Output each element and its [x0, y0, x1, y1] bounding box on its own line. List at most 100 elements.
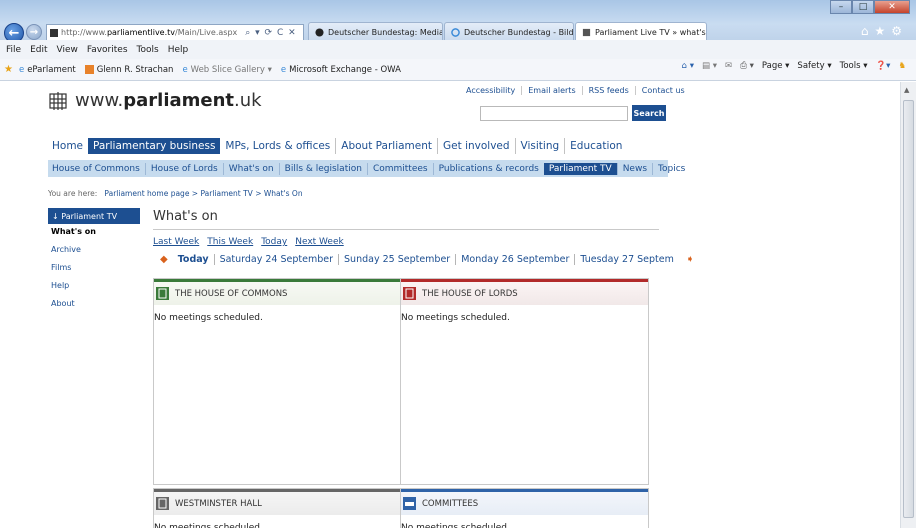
addon-icon[interactable]: ♞	[898, 61, 906, 71]
nav-get-involved[interactable]: Get involved	[437, 138, 515, 154]
day-sunday[interactable]: Sunday 25 September	[338, 254, 455, 265]
minimize-button[interactable]: –	[830, 0, 852, 14]
nav-home[interactable]: Home	[48, 138, 88, 154]
commons-panel-title: THE HOUSE OF COMMONS	[175, 288, 288, 299]
menu-bar: File Edit View Favorites Tools Help	[0, 40, 916, 59]
fav-web-slice-gallery[interactable]: e Web Slice Gallery ▾	[182, 65, 271, 75]
forward-button[interactable]: →	[26, 24, 42, 40]
menu-favorites[interactable]: Favorites	[87, 45, 128, 55]
fav-microsoft-exchange[interactable]: e Microsoft Exchange - OWA	[281, 65, 401, 75]
nav-education[interactable]: Education	[564, 138, 627, 154]
address-bar[interactable]: http://www. parliamentlive.tv/Main/Live.a…	[46, 24, 304, 41]
page-menu[interactable]: Page ▾	[762, 61, 790, 71]
menu-file[interactable]: File	[6, 45, 21, 55]
outlook-icon	[84, 65, 94, 74]
portcullis-favicon-icon	[582, 28, 591, 36]
tools-menu[interactable]: Tools ▾	[840, 61, 868, 71]
day-tuesday[interactable]: Tuesday 27 Septem	[574, 254, 679, 265]
window-controls: – □ ✕	[830, 0, 910, 14]
subnav-committees[interactable]: Committees	[366, 162, 433, 175]
menu-tools[interactable]: Tools	[137, 45, 159, 55]
feeds-icon[interactable]: ▤ ▾	[702, 61, 717, 71]
settings-gear-icon[interactable]: ⚙	[891, 24, 908, 38]
fav-eparlament[interactable]: e eParlament	[19, 65, 76, 75]
site-search-button[interactable]: Search	[632, 105, 666, 121]
subnav-bills-legislation[interactable]: Bills & legislation	[278, 162, 367, 175]
nav-mps-lords-offices[interactable]: MPs, Lords & offices	[220, 138, 335, 154]
scrollbar-thumb[interactable]	[903, 100, 914, 518]
favorites-star-icon[interactable]: ★	[874, 24, 891, 38]
address-controls-icon[interactable]: ⌕ ▾ ⟳ C ✕	[245, 28, 296, 38]
next-week-link[interactable]: Next Week	[295, 237, 344, 247]
leftnav-heading-parliament-tv[interactable]: ↓ Parliament TV	[48, 208, 140, 224]
nav-about-parliament[interactable]: About Parliament	[335, 138, 437, 154]
title-divider	[153, 229, 659, 230]
last-week-link[interactable]: Last Week	[153, 237, 199, 247]
home-page-icon[interactable]: ⌂ ▾	[682, 61, 694, 71]
accessibility-link[interactable]: Accessibility	[466, 86, 521, 95]
favorites-star-icon[interactable]: ★	[4, 64, 13, 75]
tab-parliament-live[interactable]: Parliament Live TV » what's ... ✕	[575, 22, 707, 41]
westminster-hall-panel: WESTMINSTER HALL No meetings scheduled.	[153, 488, 401, 528]
browser-toolbar-icons: ⌂★⚙	[861, 24, 908, 38]
committees-panel-message: No meetings scheduled.	[401, 523, 510, 528]
site-logo[interactable]: www.parliament.uk	[49, 90, 262, 111]
menu-help[interactable]: Help	[168, 45, 189, 55]
day-saturday[interactable]: Saturday 24 September	[213, 254, 338, 265]
previous-day-arrow-icon[interactable]: ◆	[160, 254, 168, 265]
portcullis-icon	[49, 91, 67, 110]
home-icon[interactable]: ⌂	[861, 24, 875, 38]
fav-glenn-strachan[interactable]: Glenn R. Strachan	[84, 65, 173, 75]
left-navigation: ↓ Parliament TV What's on Archive Films …	[48, 208, 140, 314]
ie-page-icon: e	[18, 64, 25, 75]
close-window-button[interactable]: ✕	[874, 0, 910, 14]
email-alerts-link[interactable]: Email alerts	[521, 86, 581, 95]
utility-links: Accessibility Email alerts RSS feeds Con…	[466, 86, 691, 95]
scroll-up-arrow-icon[interactable]: ▲	[904, 86, 909, 94]
maximize-button[interactable]: □	[852, 0, 874, 14]
this-week-link[interactable]: This Week	[207, 237, 253, 247]
contact-us-link[interactable]: Contact us	[634, 86, 691, 95]
nav-visiting[interactable]: Visiting	[514, 138, 565, 154]
committees-panel-header: COMMITTEES	[401, 489, 648, 515]
page-title: What's on	[153, 209, 218, 224]
bundestag-eagle-icon	[315, 27, 324, 37]
leftnav-about[interactable]: About	[48, 296, 140, 314]
back-arrow-icon: ←	[8, 25, 20, 41]
vertical-scrollbar[interactable]: ▲	[900, 82, 916, 528]
house-of-commons-panel: THE HOUSE OF COMMONS No meetings schedul…	[153, 278, 401, 485]
subnav-parliament-tv[interactable]: Parliament TV	[543, 162, 617, 175]
safety-menu[interactable]: Safety ▾	[797, 61, 831, 71]
subnav-publications-records[interactable]: Publications & records	[432, 162, 544, 175]
committees-panel: COMMITTEES No meetings scheduled.	[400, 488, 649, 528]
leftnav-whats-on[interactable]: What's on	[48, 224, 140, 242]
nav-parliamentary-business[interactable]: Parliamentary business	[88, 138, 221, 154]
browser-titlebar: ← → http://www. parliamentlive.tv/Main/Li…	[0, 0, 916, 43]
subnav-house-of-lords[interactable]: House of Lords	[144, 162, 223, 175]
today-link[interactable]: Today	[261, 237, 287, 247]
menu-view[interactable]: View	[57, 45, 78, 55]
subnav-news[interactable]: News	[616, 162, 652, 175]
print-icon[interactable]: ⎙ ▾	[740, 61, 754, 71]
site-search-input[interactable]	[480, 106, 628, 121]
menu-edit[interactable]: Edit	[30, 45, 47, 55]
subnav-house-of-commons[interactable]: House of Commons	[52, 163, 145, 175]
lords-panel-header: THE HOUSE OF LORDS	[401, 279, 648, 305]
commons-portcullis-icon	[156, 287, 169, 300]
help-icon[interactable]: ❓▾	[876, 61, 891, 71]
tab-bundestag-bilder[interactable]: Deutscher Bundestag - Bilderdi...	[444, 22, 574, 41]
leftnav-help[interactable]: Help	[48, 278, 140, 296]
mail-icon[interactable]: ✉	[725, 61, 732, 71]
subnav-topics[interactable]: Topics	[652, 162, 690, 175]
address-path: /Main/Live.aspx	[175, 28, 238, 37]
next-day-arrow-icon[interactable]: ➧	[686, 254, 694, 265]
subnav-whats-on[interactable]: What's on	[222, 162, 279, 175]
leftnav-archive[interactable]: Archive	[48, 242, 140, 260]
day-today[interactable]: Today	[168, 254, 214, 265]
day-monday[interactable]: Monday 26 September	[455, 254, 574, 265]
lords-portcullis-icon	[403, 287, 416, 300]
leftnav-films[interactable]: Films	[48, 260, 140, 278]
tab-bundestag-mediathek[interactable]: Deutscher Bundestag: Mediath...	[308, 22, 443, 41]
breadcrumb-path[interactable]: Parliament home page > Parliament TV > W…	[104, 189, 302, 198]
rss-feeds-link[interactable]: RSS feeds	[581, 86, 635, 95]
